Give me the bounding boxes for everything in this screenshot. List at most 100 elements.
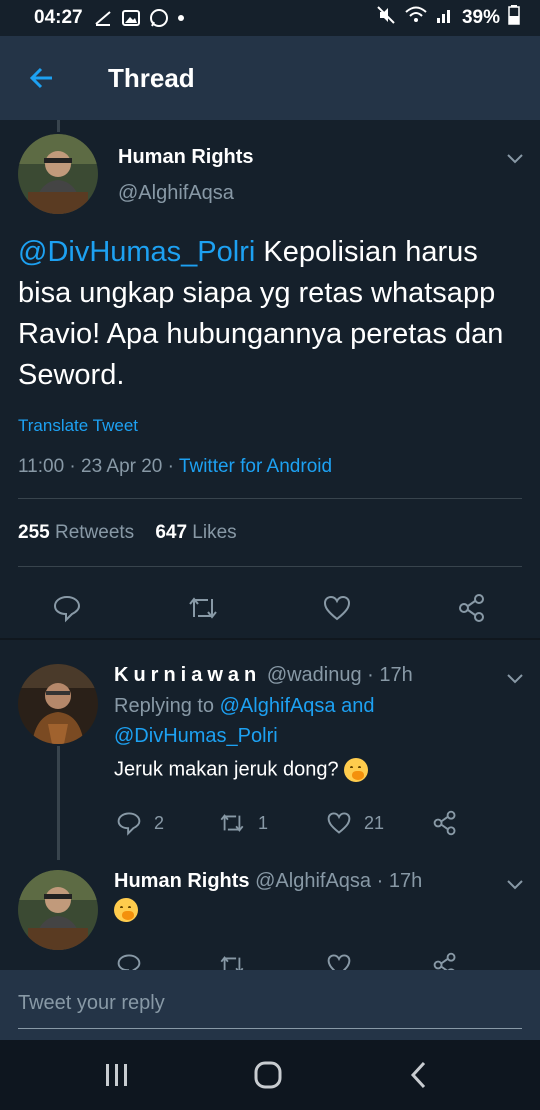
reply-age: 17h xyxy=(388,870,423,892)
likes-count: 647 xyxy=(155,522,188,543)
reply-author-name[interactable]: Human Rights xyxy=(114,870,250,892)
recent-apps-button[interactable] xyxy=(97,1058,137,1092)
tweet-text: @DivHumas_Polri Kepolisian harus bisa un… xyxy=(18,232,518,396)
tweet-stats: 255 Retweets 647 Likes xyxy=(18,522,237,544)
divider xyxy=(18,566,522,567)
reply-author-handle[interactable]: @AlghifAqsa xyxy=(255,870,371,892)
retweets-count: 255 xyxy=(18,522,50,543)
tweet-mention[interactable]: @DivHumas_Polri xyxy=(18,236,255,268)
reply-age: 17h xyxy=(379,664,413,686)
reply-author-handle[interactable]: @wadinug xyxy=(267,664,362,686)
tweet-time: 11:00 xyxy=(18,456,65,477)
retweet-icon xyxy=(220,814,244,832)
share-icon xyxy=(433,952,456,970)
retweets-label: Retweets xyxy=(54,522,135,543)
likes-stat[interactable]: 647 Likes xyxy=(155,522,236,543)
reply-actions xyxy=(114,952,514,970)
reply-text xyxy=(114,898,138,922)
app-bar: Thread xyxy=(0,36,540,120)
share-button[interactable] xyxy=(452,588,492,628)
recent-apps-icon xyxy=(106,1064,127,1086)
retweet-count: 1 xyxy=(258,812,269,833)
replying-to: Replying to @AlghifAqsa and @DivHumas_Po… xyxy=(114,691,494,751)
replying-to-and: and xyxy=(335,695,375,717)
reply-icon xyxy=(53,595,81,623)
retweet-button[interactable]: 1 xyxy=(218,810,268,836)
tweet-date: 23 Apr 20 xyxy=(81,456,163,477)
reply-composer[interactable]: Tweet your reply xyxy=(0,970,540,1040)
page-title: Thread xyxy=(108,62,195,93)
status-right: 39% xyxy=(376,5,520,31)
avatar[interactable] xyxy=(18,870,98,950)
tweet-meta: 11:00 · 23 Apr 20 · Twitter for Android xyxy=(18,456,333,477)
reply-header: Kurniawan @wadinug · 17h xyxy=(114,664,413,686)
back-nav-button[interactable] xyxy=(399,1058,439,1092)
author-name[interactable]: Human Rights xyxy=(118,146,254,169)
reply-icon xyxy=(117,954,141,970)
back-chevron-icon xyxy=(410,1061,426,1089)
reply-author-name[interactable]: Kurniawan xyxy=(114,664,261,686)
chevron-down-icon[interactable] xyxy=(503,872,527,896)
retweet-button[interactable] xyxy=(183,588,223,628)
like-button[interactable]: 21 xyxy=(326,810,384,836)
reply-tweet[interactable]: Human Rights @AlghifAqsa · 17h xyxy=(0,860,540,970)
likes-label: Likes xyxy=(192,522,237,543)
like-count: 21 xyxy=(364,812,385,833)
avatar[interactable] xyxy=(18,134,98,214)
reply-text: Jeruk makan jeruk dong? xyxy=(114,758,369,782)
battery-icon xyxy=(508,5,520,31)
share-icon xyxy=(433,810,456,836)
reply-tweet[interactable]: Kurniawan @wadinug · 17h Replying to @Al… xyxy=(0,640,540,860)
download-icon xyxy=(93,8,113,28)
back-arrow-icon xyxy=(29,67,52,89)
heart-icon xyxy=(327,812,351,834)
divider xyxy=(18,498,522,499)
share-button[interactable] xyxy=(432,952,458,970)
status-time: 04:27 xyxy=(34,7,83,28)
hand-over-mouth-emoji-icon xyxy=(344,758,369,782)
author-handle[interactable]: @AlghifAqsa xyxy=(118,182,234,205)
status-bar: 04:27 39% xyxy=(0,0,540,36)
heart-icon xyxy=(327,954,351,970)
home-button[interactable] xyxy=(248,1058,288,1092)
translate-tweet-link[interactable]: Translate Tweet xyxy=(18,416,138,436)
chevron-down-icon[interactable] xyxy=(503,146,527,170)
reply-body: Jeruk makan jeruk dong? xyxy=(114,758,339,781)
reply-button[interactable] xyxy=(116,952,142,970)
thread-connector xyxy=(57,120,60,132)
tweet-source-link[interactable]: Twitter for Android xyxy=(179,456,332,477)
tweet-actions xyxy=(0,580,540,636)
avatar[interactable] xyxy=(18,664,98,744)
reply-icon xyxy=(117,812,141,836)
whatsapp-icon xyxy=(149,8,169,28)
like-button[interactable] xyxy=(326,952,352,970)
like-button[interactable] xyxy=(317,588,357,628)
retweet-icon xyxy=(189,597,217,619)
replying-to-handle[interactable]: @AlghifAqsa xyxy=(220,695,336,717)
signal-icon xyxy=(436,6,454,30)
back-button[interactable] xyxy=(0,36,84,120)
reply-header: Human Rights @AlghifAqsa · 17h xyxy=(114,870,423,892)
replying-to-handle[interactable]: @DivHumas_Polri xyxy=(114,725,278,747)
mute-icon xyxy=(376,5,396,31)
retweet-button[interactable] xyxy=(218,952,246,970)
heart-icon xyxy=(323,595,351,621)
image-icon xyxy=(121,8,141,28)
retweet-icon xyxy=(220,956,244,970)
wifi-icon xyxy=(404,5,428,31)
reply-actions: 2 1 21 xyxy=(114,810,514,840)
reply-input[interactable]: Tweet your reply xyxy=(18,992,165,1015)
dot-icon xyxy=(177,14,185,22)
thread-connector xyxy=(57,746,60,860)
input-underline xyxy=(18,1028,522,1029)
home-icon xyxy=(254,1061,282,1089)
retweets-stat[interactable]: 255 Retweets xyxy=(18,522,134,543)
reply-button[interactable]: 2 xyxy=(116,810,164,836)
share-button[interactable] xyxy=(432,810,458,836)
battery-level: 39% xyxy=(461,7,500,28)
reply-button[interactable] xyxy=(47,588,87,628)
reply-count: 2 xyxy=(154,812,165,833)
chevron-down-icon[interactable] xyxy=(503,666,527,690)
system-nav-bar xyxy=(0,1040,540,1110)
replying-to-label: Replying to xyxy=(114,695,220,717)
